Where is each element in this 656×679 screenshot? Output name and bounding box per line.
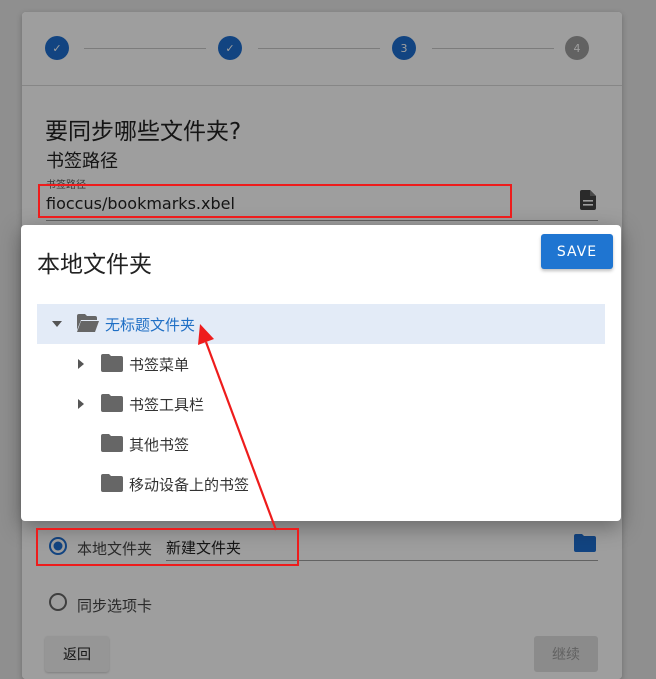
- tree-item-label: 书签工具栏: [129, 396, 205, 414]
- tree-item-label: 移动设备上的书签: [129, 476, 250, 494]
- save-button[interactable]: SAVE: [541, 234, 613, 269]
- folder-icon: [101, 394, 123, 412]
- folder-icon: [101, 434, 123, 452]
- tree-item-label: 无标题文件夹: [105, 316, 196, 334]
- folder-icon: [101, 474, 123, 492]
- caret-right-icon[interactable]: [75, 358, 87, 370]
- tree-item-label: 书签菜单: [129, 356, 190, 374]
- folder-open-icon: [77, 314, 99, 332]
- caret-down-icon[interactable]: [51, 318, 63, 330]
- tree-item-bookmarks-toolbar[interactable]: 书签工具栏: [37, 384, 605, 424]
- local-folder-dialog: 本地文件夹 SAVE 无标题文件夹 书签菜单 书签工具栏 其他书签 移动设备上的…: [21, 225, 621, 521]
- annotation-box-local-folder: [36, 528, 299, 566]
- folder-icon: [101, 354, 123, 372]
- tree-item-untitled-folder[interactable]: 无标题文件夹: [37, 304, 605, 344]
- tree-item-mobile-bookmarks[interactable]: 移动设备上的书签: [37, 464, 605, 504]
- tree-item-bookmarks-menu[interactable]: 书签菜单: [37, 344, 605, 384]
- dialog-title: 本地文件夹: [37, 252, 152, 278]
- annotation-box-path: [38, 184, 512, 218]
- caret-right-icon[interactable]: [75, 398, 87, 410]
- tree-item-other-bookmarks[interactable]: 其他书签: [37, 424, 605, 464]
- tree-item-label: 其他书签: [129, 436, 190, 454]
